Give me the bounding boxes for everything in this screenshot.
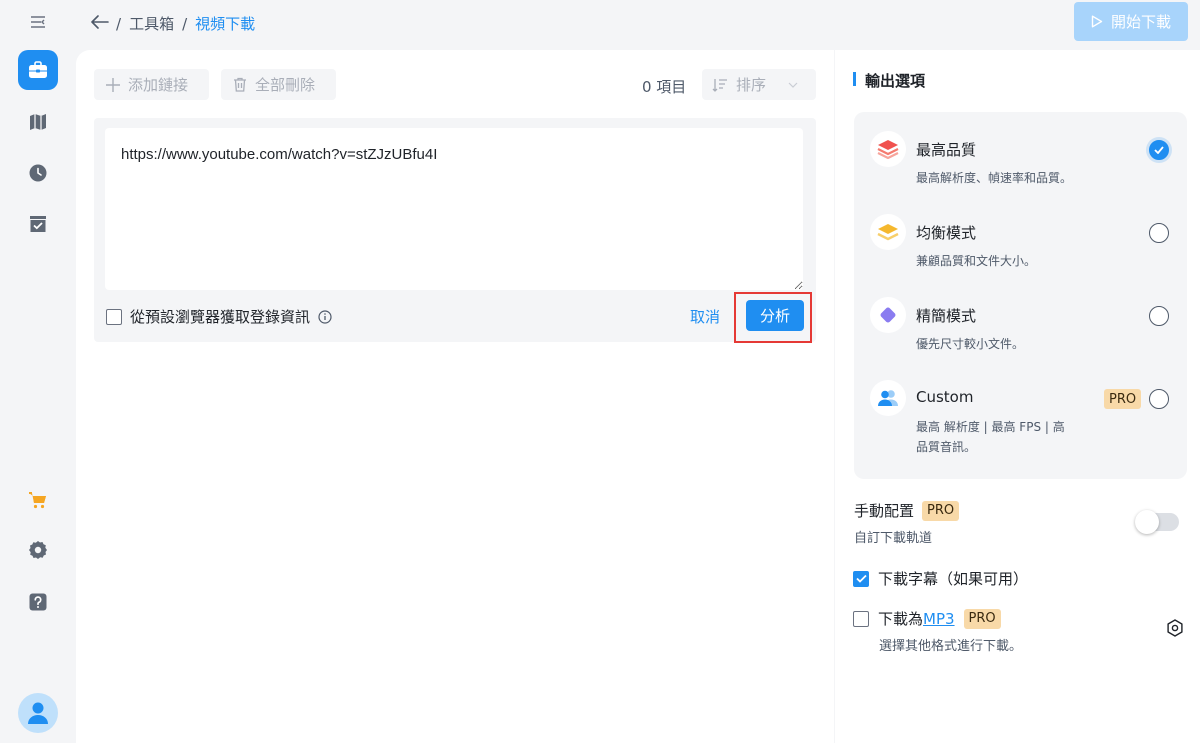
pro-badge: PRO	[963, 608, 1001, 629]
option-radio-selected[interactable]	[1149, 140, 1169, 160]
mp3-desc: 選擇其他格式進行下載。	[879, 639, 1023, 654]
users-blue-icon	[870, 380, 906, 416]
library-nav-button[interactable]	[18, 102, 58, 142]
plus-icon	[106, 77, 120, 92]
subtitles-checkbox-row[interactable]: 下載字幕（如果可用）	[853, 568, 1028, 589]
gear-icon	[29, 541, 47, 559]
option-best-quality[interactable]: 最高品質 最高解析度、幀速率和品質。	[854, 131, 1187, 211]
subtitles-label: 下載字幕（如果可用）	[878, 570, 1029, 588]
output-options-title: 輸出選項	[865, 72, 926, 90]
option-desc: 最高 解析度 | 最高 FPS | 高品質音訊。	[916, 420, 1065, 454]
url-input-card: 從預設瀏覽器獲取登錄資訊 取消 分析	[94, 118, 816, 343]
option-title: Custom	[916, 388, 974, 406]
delete-all-label: 全部刪除	[255, 76, 316, 94]
cancel-button[interactable]: 取消	[690, 306, 720, 327]
delete-all-button[interactable]: 全部刪除	[221, 69, 336, 100]
login-info-checkbox-row[interactable]: 從預設瀏覽器獲取登錄資訊	[106, 306, 332, 327]
breadcrumb: / 工具箱 / 視頻下載	[116, 13, 255, 34]
left-rail	[0, 0, 76, 743]
toggle-knob	[1135, 510, 1159, 534]
header: / 工具箱 / 視頻下載 開始下載	[76, 0, 1200, 48]
option-desc: 最高解析度、幀速率和品質。	[916, 171, 1073, 185]
mp3-prefix: 下載為	[878, 610, 924, 628]
toolbox-nav-button[interactable]	[18, 50, 58, 90]
store-nav-button[interactable]	[18, 480, 58, 520]
clock-icon	[29, 164, 47, 182]
breadcrumb-video-download: 視頻下載	[195, 15, 256, 33]
toolbox-icon	[29, 61, 47, 78]
avatar[interactable]	[18, 693, 58, 733]
play-icon	[1091, 15, 1103, 28]
user-icon	[28, 702, 48, 724]
diamond-purple-icon	[870, 297, 906, 333]
breadcrumb-separator: /	[116, 14, 122, 33]
pro-badge: PRO	[922, 500, 960, 521]
manual-config-heading: 手動配置 PRO	[854, 500, 960, 521]
tasks-nav-button[interactable]	[18, 204, 58, 244]
mp3-format-link[interactable]: MP3	[923, 610, 955, 628]
sort-dropdown[interactable]: 排序	[702, 69, 816, 100]
option-balanced[interactable]: 均衡模式 兼顧品質和文件大小。	[854, 214, 1187, 294]
check-icon	[855, 574, 867, 583]
help-nav-button[interactable]	[18, 582, 58, 622]
output-options-panel: 輸出選項 最高品質 最高解析度、幀速率和品質。 均衡模式 兼顧品質和文件大小。	[835, 50, 1200, 743]
sort-label: 排序	[736, 76, 767, 94]
quality-options-card: 最高品質 最高解析度、幀速率和品質。 均衡模式 兼顧品質和文件大小。 精簡模式 …	[854, 112, 1187, 479]
cart-icon	[29, 492, 46, 509]
analyze-button[interactable]: 分析	[746, 300, 804, 331]
option-compact[interactable]: 精簡模式 優先尺寸較小文件。	[854, 297, 1187, 377]
login-info-checkbox[interactable]	[106, 308, 122, 325]
login-info-label: 從預設瀏覽器獲取登錄資訊	[130, 308, 311, 326]
option-title: 最高品質	[916, 141, 977, 159]
manual-config-toggle[interactable]	[1135, 510, 1179, 534]
settings-nav-button[interactable]	[18, 530, 58, 570]
check-icon	[1154, 146, 1164, 154]
start-download-button[interactable]: 開始下載	[1074, 2, 1188, 41]
option-desc: 兼顧品質和文件大小。	[916, 254, 1037, 268]
info-icon[interactable]	[318, 309, 332, 324]
help-icon	[29, 593, 47, 611]
manual-config-label: 手動配置	[854, 502, 915, 520]
sort-icon	[712, 78, 727, 92]
mp3-checkbox-row[interactable]: 下載為MP3 PRO	[853, 608, 1001, 629]
option-title: 精簡模式	[916, 307, 977, 325]
title-accent-bar	[853, 72, 856, 86]
layers-red-icon	[870, 131, 906, 167]
url-textarea[interactable]	[105, 128, 803, 290]
option-custom[interactable]: Custom 最高 解析度 | 最高 FPS | 高品質音訊。 PRO	[854, 380, 1187, 470]
manual-config-desc: 自訂下載軌道	[854, 531, 933, 546]
add-link-label: 添加鏈接	[128, 76, 189, 94]
option-radio[interactable]	[1149, 306, 1169, 326]
option-radio[interactable]	[1149, 389, 1169, 409]
breadcrumb-toolbox[interactable]: 工具箱	[129, 13, 174, 34]
map-icon	[30, 114, 46, 130]
main-panel: 添加鏈接 全部刪除 0 項目 排序 從預設瀏覽器獲取登錄資訊 取消 分析	[76, 50, 834, 743]
chevron-down-icon	[788, 82, 798, 88]
subtitles-checkbox[interactable]	[853, 570, 869, 587]
history-nav-button[interactable]	[18, 153, 58, 193]
start-download-label: 開始下載	[1110, 13, 1171, 31]
checklist-icon	[30, 216, 46, 232]
trash-icon	[234, 77, 246, 92]
add-link-button[interactable]: 添加鏈接	[94, 69, 209, 100]
item-count: 0 項目	[642, 78, 687, 96]
mp3-checkbox[interactable]	[853, 610, 869, 627]
option-title: 均衡模式	[916, 224, 977, 242]
back-arrow-icon[interactable]	[90, 12, 110, 32]
option-desc: 優先尺寸較小文件。	[916, 337, 1025, 351]
option-radio[interactable]	[1149, 223, 1169, 243]
breadcrumb-separator: /	[182, 14, 188, 33]
format-settings-icon[interactable]	[1165, 618, 1185, 638]
menu-toggle-icon[interactable]	[28, 12, 48, 32]
pro-badge: PRO	[1104, 389, 1142, 409]
layers-yellow-icon	[870, 214, 906, 250]
